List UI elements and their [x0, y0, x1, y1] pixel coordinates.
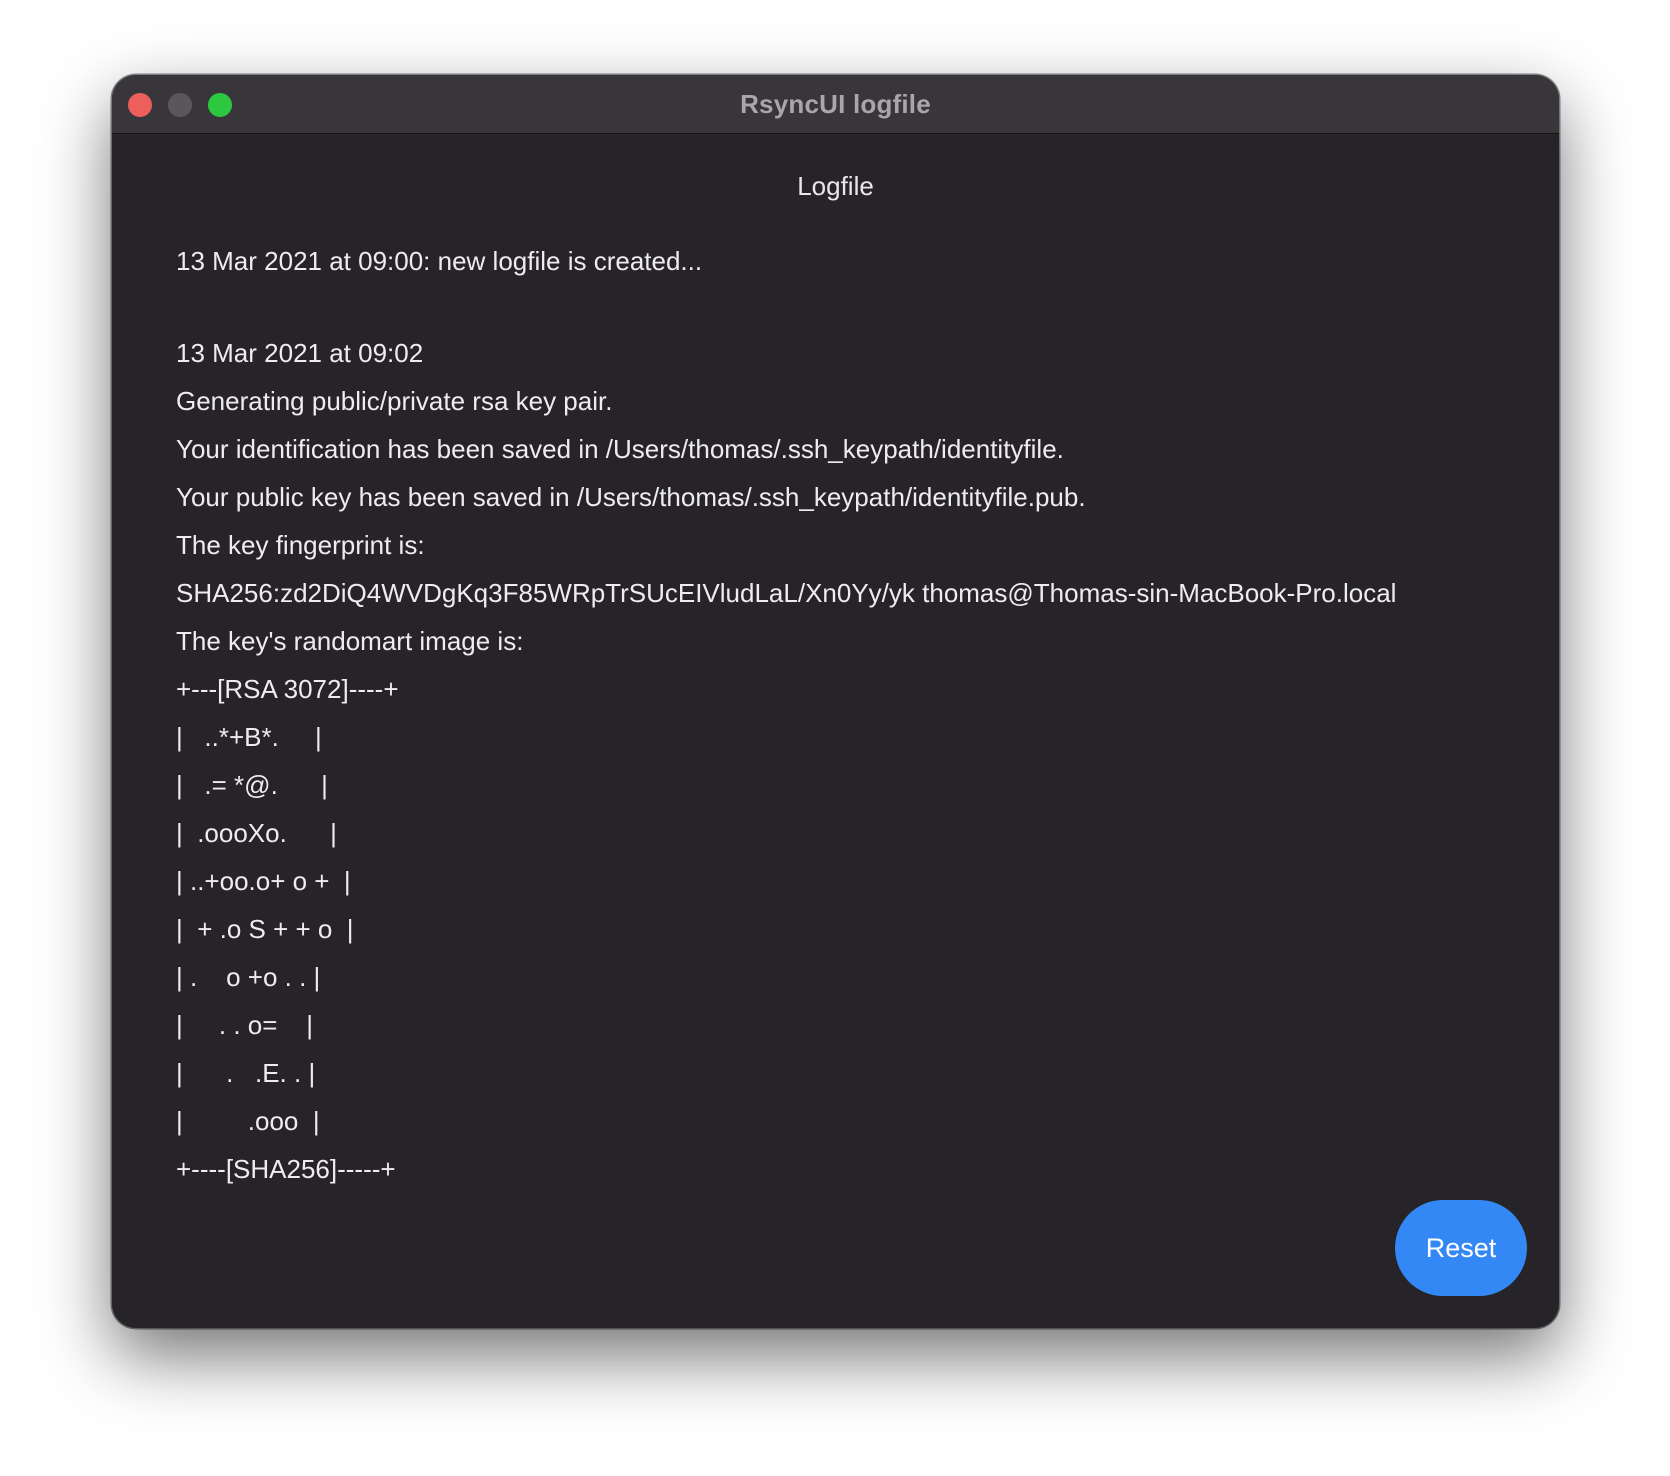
log-line: | .= *@. |: [176, 770, 328, 800]
log-line: | . . o= |: [176, 1010, 314, 1040]
log-line: | . o +o . . |: [176, 962, 321, 992]
log-line: | .oooXo. |: [176, 818, 337, 848]
log-line: +----[SHA256]-----+: [176, 1154, 396, 1184]
title-bar[interactable]: RsyncUI logfile: [112, 75, 1559, 134]
window-title: RsyncUI logfile: [740, 89, 931, 119]
log-line: | .ooo |: [176, 1106, 320, 1136]
log-line: SHA256:zd2DiQ4WVDgKq3F85WRpTrSUcEIVludLa…: [176, 578, 1397, 608]
page-title: Logfile: [797, 171, 874, 201]
log-text: 13 Mar 2021 at 09:00: new logfile is cre…: [176, 237, 1519, 1193]
log-line: | . .E. . |: [176, 1058, 316, 1088]
log-line: Your identification has been saved in /U…: [176, 434, 1064, 464]
log-line: | + .o S + + o |: [176, 914, 354, 944]
log-line: 13 Mar 2021 at 09:00: new logfile is cre…: [176, 246, 703, 276]
log-line: | ..+oo.o+ o + |: [176, 866, 351, 896]
log-line: The key fingerprint is:: [176, 530, 425, 560]
log-line: 13 Mar 2021 at 09:02: [176, 338, 424, 368]
log-line: Generating public/private rsa key pair.: [176, 386, 613, 416]
log-line: | ..*+B*. |: [176, 722, 322, 752]
content-area: Logfile 13 Mar 2021 at 09:00: new logfil…: [112, 133, 1559, 1328]
log-line: +---[RSA 3072]----+: [176, 674, 399, 704]
log-line: The key's randomart image is:: [176, 626, 524, 656]
log-line: Your public key has been saved in /Users…: [176, 482, 1086, 512]
logfile-window: RsyncUI logfile Logfile 13 Mar 2021 at 0…: [112, 75, 1559, 1328]
reset-button[interactable]: Reset: [1395, 1200, 1527, 1296]
